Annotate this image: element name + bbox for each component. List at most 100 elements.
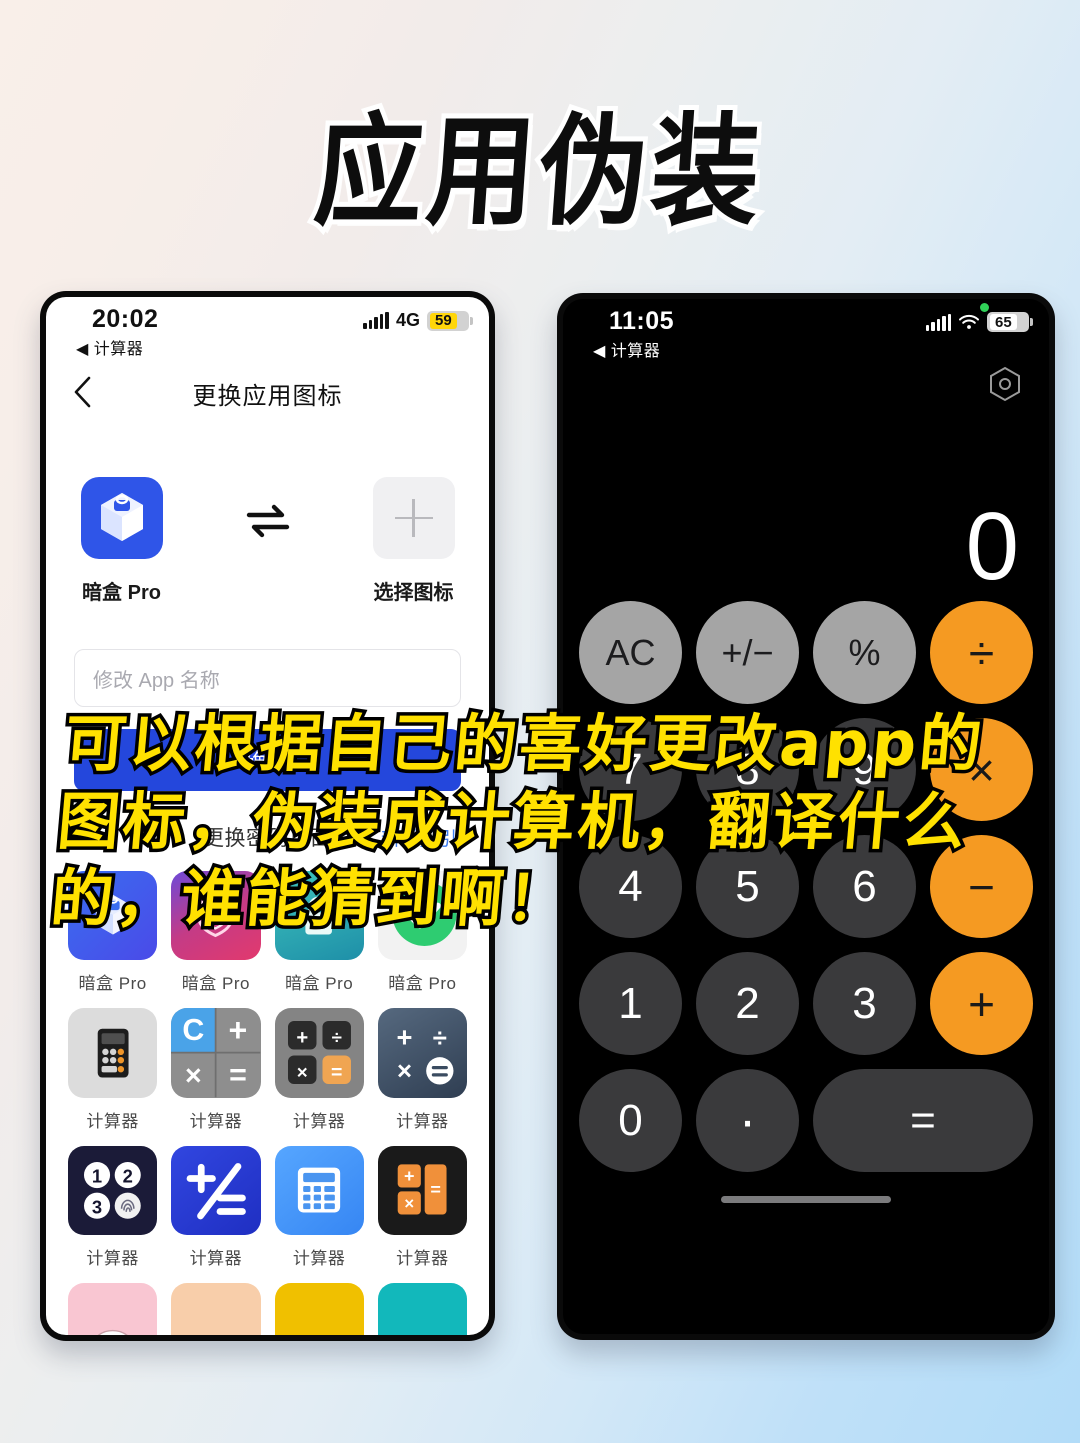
svg-text:1: 1 bbox=[92, 1165, 102, 1186]
calculator-gray-icon bbox=[68, 1008, 158, 1098]
status-back-to-app[interactable]: ◀ 计算器 bbox=[593, 337, 1027, 361]
key-decimal[interactable]: · bbox=[696, 1069, 799, 1172]
choose-icon-label: 选择图标 bbox=[373, 582, 454, 604]
key-6[interactable]: 6 bbox=[813, 835, 916, 938]
icon-choice-label: 暗盒 Pro bbox=[181, 974, 250, 994]
icon-choice-item[interactable]: 计算器 bbox=[274, 1145, 364, 1269]
icon-swap-row: 暗盒 Pro 选择图标 bbox=[46, 477, 489, 605]
app-name-input[interactable]: 修改 App 名称 bbox=[74, 649, 461, 707]
icon-choice-item[interactable]: 暗盒 Pro bbox=[68, 871, 158, 994]
key-4[interactable]: 4 bbox=[579, 835, 682, 938]
choose-icon-column[interactable]: 选择图标 bbox=[354, 477, 474, 605]
key-ac[interactable]: AC bbox=[579, 601, 682, 704]
svg-text:2: 2 bbox=[123, 1165, 133, 1186]
left-phone-screen: 20:02 ◀ 计算器 4G 59 更换应用图标 暗盒 Pro 选择图标 修改 … bbox=[46, 297, 489, 1335]
icon-choice-item[interactable]: 暗盒 Pro bbox=[171, 871, 261, 994]
svg-text:÷: ÷ bbox=[433, 1024, 447, 1052]
key-multiply[interactable]: × bbox=[930, 718, 1033, 821]
icon-choice-item[interactable] bbox=[68, 1282, 158, 1335]
password-page-section-header: 更换密码页面 新手指引 bbox=[70, 817, 465, 857]
icon-choice-label: 计算器 bbox=[396, 1111, 449, 1131]
section-title: 更换密码页面 bbox=[203, 827, 332, 850]
section-back-chevron-icon[interactable] bbox=[76, 821, 96, 849]
calculator-navy-icon: + ÷ × bbox=[377, 1008, 467, 1098]
icon-choice-item[interactable]: C + × = 计算器 bbox=[171, 1008, 261, 1131]
key-2[interactable]: 2 bbox=[696, 952, 799, 1055]
key-3[interactable]: 3 bbox=[813, 952, 916, 1055]
svg-text:×: × bbox=[296, 1062, 307, 1083]
icon-choice-item[interactable]: + × = 计算器 bbox=[377, 1145, 467, 1269]
icon-choice-label: 计算器 bbox=[86, 1111, 139, 1131]
add-icon-placeholder[interactable] bbox=[372, 477, 455, 559]
yellow-tile-icon bbox=[274, 1282, 364, 1335]
icon-choice-item[interactable]: + ÷ × 计算器 bbox=[377, 1008, 467, 1131]
network-type-label: 4G bbox=[395, 310, 420, 330]
key-minus[interactable]: − bbox=[930, 835, 1033, 938]
svg-text:+: + bbox=[296, 1028, 308, 1050]
key-sign[interactable]: +/− bbox=[696, 601, 799, 704]
box-blue-icon bbox=[68, 871, 158, 961]
icon-choice-label: 计算器 bbox=[396, 1248, 449, 1268]
svg-text:=: = bbox=[229, 1059, 247, 1092]
shield-pink-icon bbox=[171, 871, 261, 961]
key-1[interactable]: 1 bbox=[579, 952, 682, 1055]
svg-text:×: × bbox=[405, 1194, 415, 1213]
signal-bars-icon bbox=[363, 312, 389, 329]
calculator-numpad-icon: 1 2 3 bbox=[68, 1145, 158, 1235]
icon-choice-label: 计算器 bbox=[189, 1248, 243, 1268]
key-9[interactable]: 9 bbox=[813, 718, 916, 821]
swap-arrows-icon[interactable] bbox=[244, 503, 292, 539]
icon-choice-item[interactable]: 计算器 bbox=[171, 1145, 261, 1269]
icon-choice-item[interactable]: 1 2 3 计算器 bbox=[68, 1145, 158, 1269]
back-chevron-icon[interactable] bbox=[70, 375, 96, 409]
pink-tile-icon bbox=[68, 1282, 158, 1335]
icon-choice-item[interactable]: 计算器 bbox=[68, 1008, 158, 1131]
icon-choice-label: 暗盒 Pro bbox=[388, 974, 457, 994]
key-plus[interactable]: + bbox=[930, 952, 1033, 1055]
right-status-bar: 11:05 ◀ 计算器 65 bbox=[563, 299, 1049, 365]
key-divide[interactable]: ÷ bbox=[930, 601, 1033, 704]
key-7[interactable]: 7 bbox=[579, 718, 682, 821]
key-8[interactable]: 8 bbox=[696, 718, 799, 821]
icon-choice-item[interactable] bbox=[274, 1282, 364, 1335]
status-right-cluster: 65 bbox=[925, 312, 1033, 332]
right-phone-screen: 11:05 ◀ 计算器 65 0 AC +/− % ÷ 7 8 9 × 4 5 … bbox=[563, 299, 1049, 1334]
calculator-quad-c-icon: C + × = bbox=[171, 1008, 261, 1098]
status-back-to-app[interactable]: ◀ 计算器 bbox=[76, 335, 467, 359]
box-blue-icon bbox=[80, 477, 163, 559]
confirm-button[interactable]: 确定 bbox=[74, 729, 461, 791]
svg-text:=: = bbox=[431, 1179, 442, 1199]
page-header-title: 更换应用图标 bbox=[192, 382, 343, 410]
current-app-icon-column[interactable]: 暗盒 Pro bbox=[62, 477, 182, 605]
teal-tile-icon bbox=[377, 1282, 467, 1335]
left-nav-bar: 更换应用图标 bbox=[46, 363, 489, 423]
key-5[interactable]: 5 bbox=[696, 835, 799, 938]
icon-choice-item[interactable]: + ÷ × = 计算器 bbox=[274, 1008, 364, 1131]
icon-choice-label: 计算器 bbox=[292, 1248, 346, 1268]
battery-level-label: 65 bbox=[990, 314, 1017, 331]
svg-text:÷: ÷ bbox=[331, 1027, 341, 1048]
calculator-orange-black-icon: + × = bbox=[377, 1145, 467, 1235]
left-status-bar: 20:02 ◀ 计算器 4G 59 bbox=[46, 297, 489, 363]
wifi-icon bbox=[958, 314, 980, 330]
svg-text:=: = bbox=[331, 1062, 342, 1084]
icon-choice-label: 暗盒 Pro bbox=[285, 974, 354, 994]
icon-choice-label: 计算器 bbox=[86, 1248, 139, 1268]
icon-choice-item[interactable]: 暗盒 Pro bbox=[377, 871, 467, 994]
calculator-keys-icon: + ÷ × = bbox=[274, 1008, 364, 1098]
signal-bars-icon bbox=[925, 313, 951, 331]
beginner-guide-link[interactable]: 新手指引 bbox=[381, 824, 457, 851]
key-equals[interactable]: = bbox=[813, 1069, 1033, 1172]
page-title: 应用伪装 bbox=[306, 98, 773, 248]
icon-choice-item[interactable] bbox=[377, 1282, 467, 1335]
display-value: 0 bbox=[965, 493, 1019, 600]
icon-choice-item[interactable]: 暗盒 Pro bbox=[274, 871, 364, 994]
key-0[interactable]: 0 bbox=[579, 1069, 682, 1172]
hexagon-settings-icon[interactable] bbox=[987, 365, 1023, 403]
key-percent[interactable]: % bbox=[813, 601, 916, 704]
icon-choices-grid: 暗盒 Pro 暗盒 Pro 暗盒 Pro 暗盒 Pro 计算器 C + × = … bbox=[68, 871, 467, 1335]
icon-choice-item[interactable] bbox=[171, 1282, 261, 1335]
home-indicator bbox=[721, 1196, 891, 1203]
svg-text:+: + bbox=[397, 1021, 413, 1052]
svg-text:+: + bbox=[229, 1012, 248, 1048]
